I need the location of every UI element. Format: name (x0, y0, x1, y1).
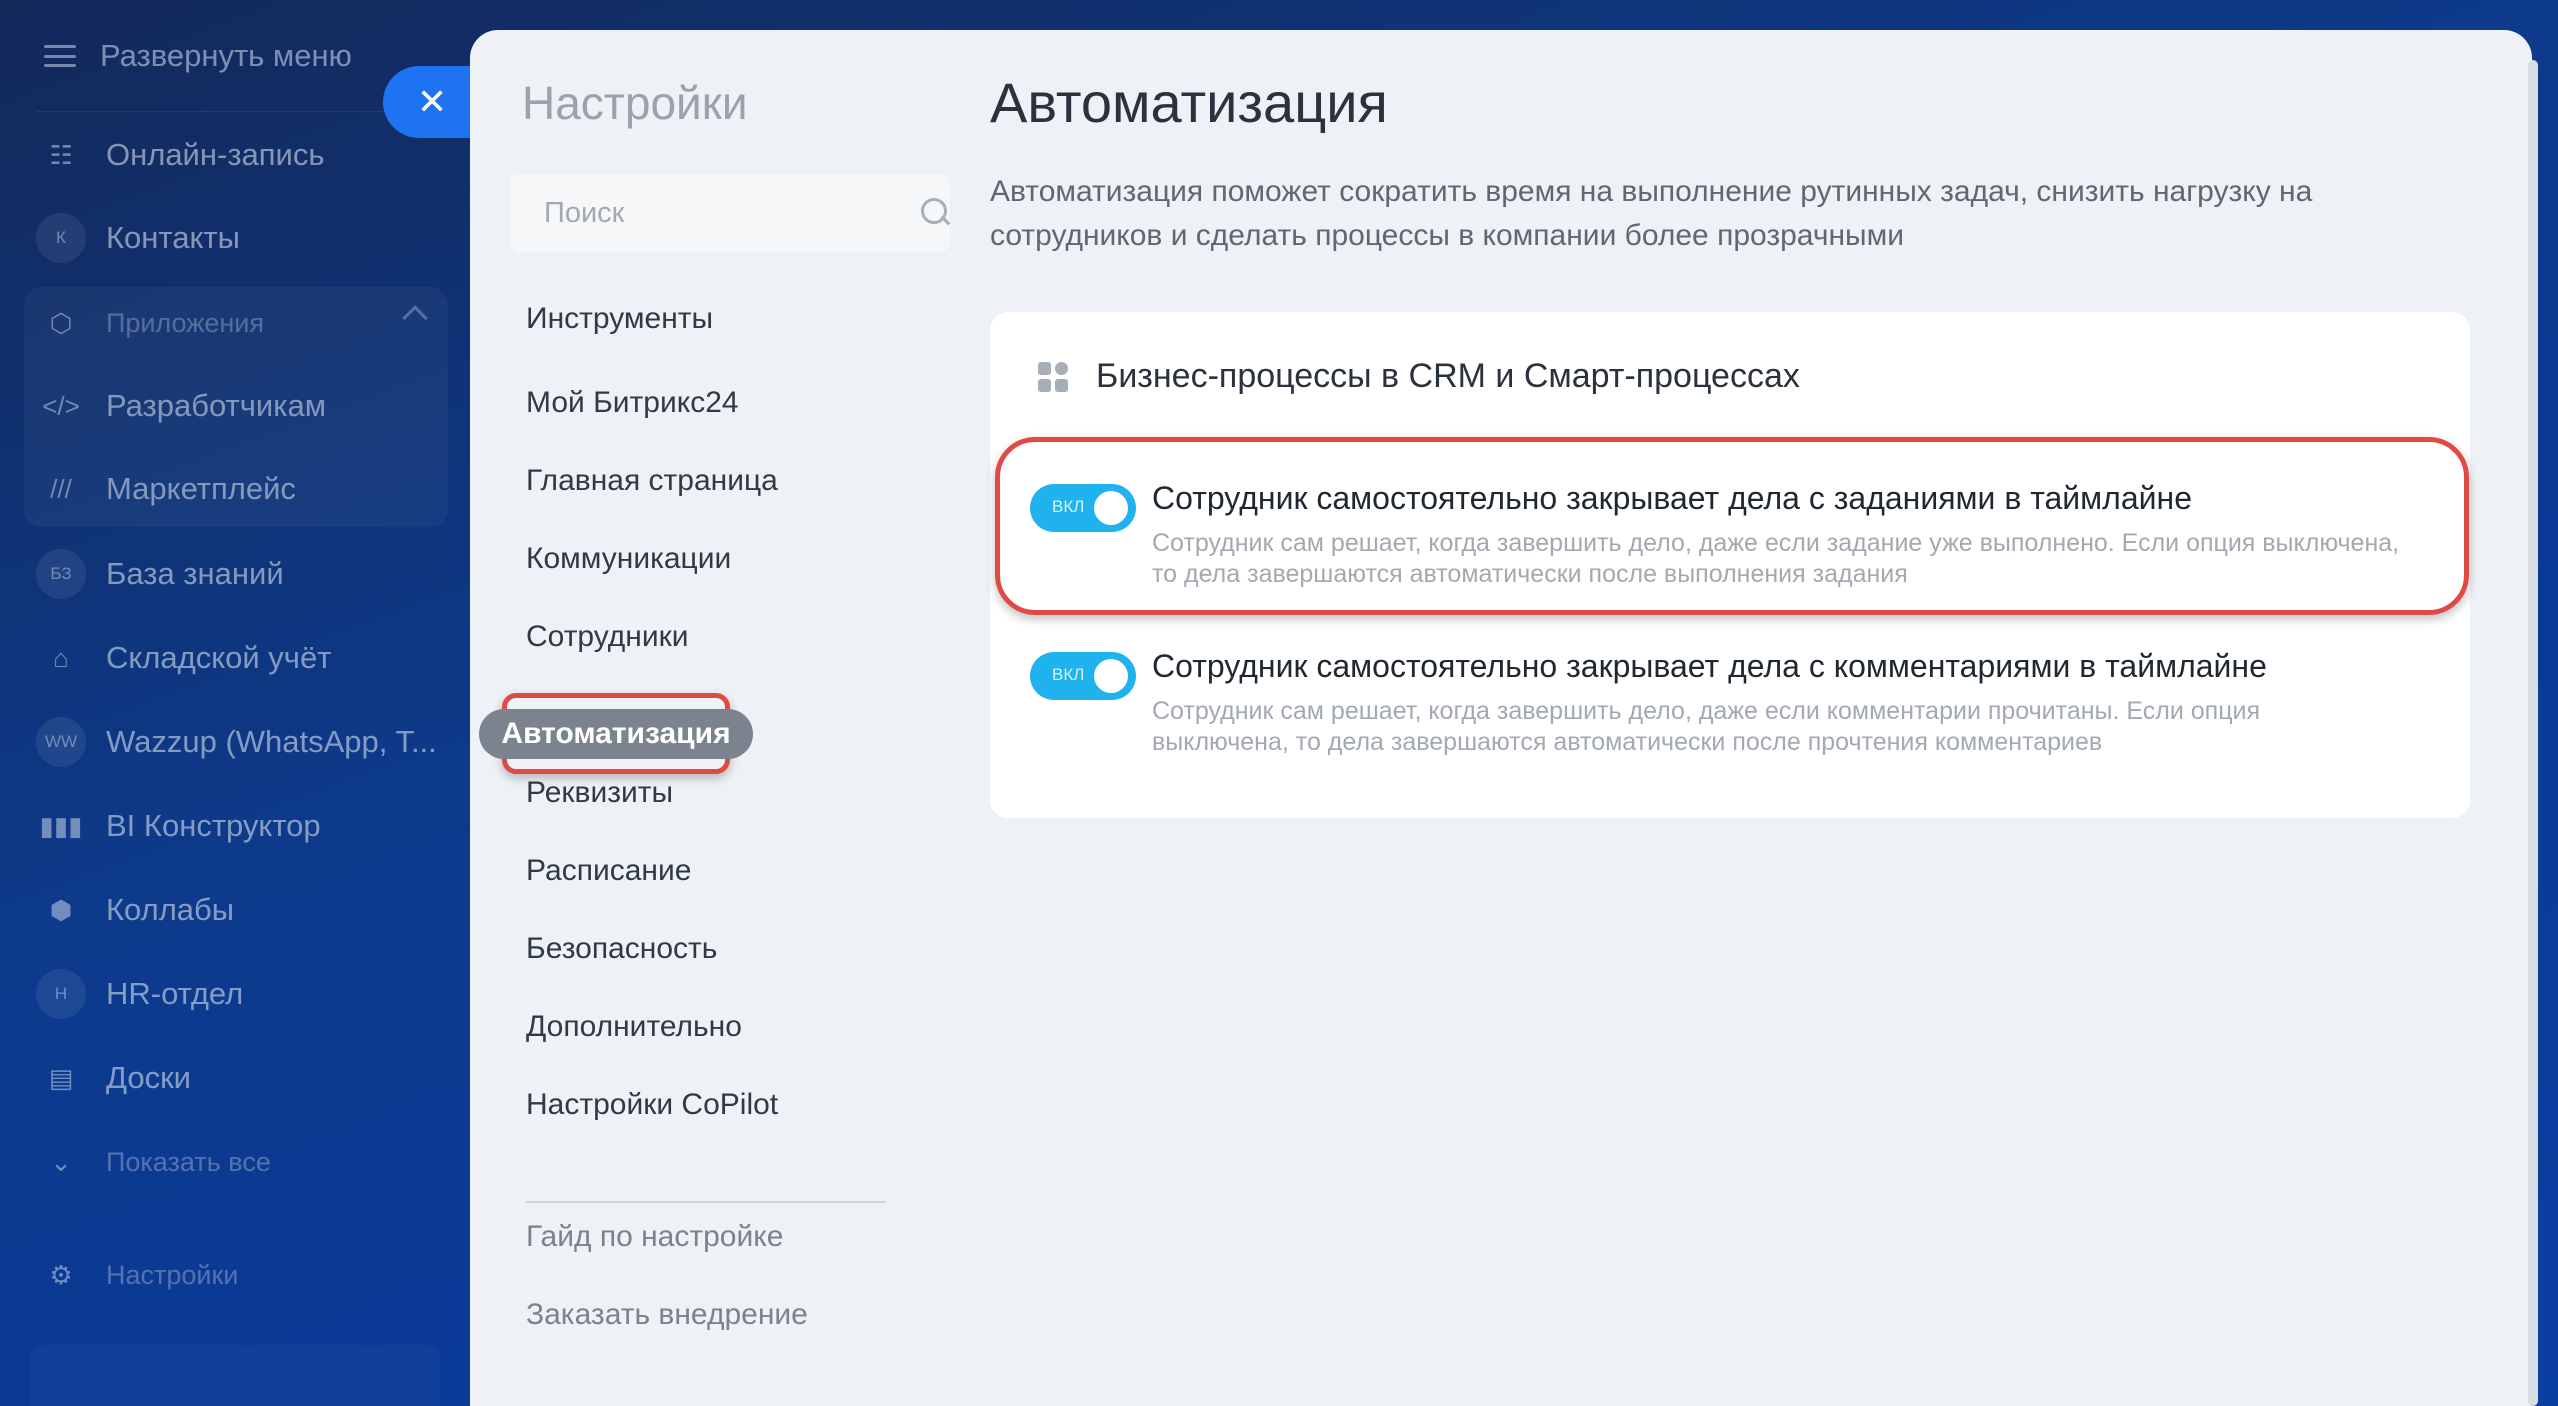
hamburger-icon (44, 45, 76, 67)
sidebar-item-label: Складской учёт (106, 640, 332, 675)
sidebar-item-label: Показать все (106, 1146, 271, 1177)
nav-main-page[interactable]: Главная страница (526, 464, 778, 498)
sidebar-item-label: Разработчикам (106, 388, 327, 423)
knowledge-base-icon: БЗ (36, 549, 86, 599)
collabs-icon: ⬢ (49, 894, 73, 925)
nav-additional[interactable]: Дополнительно (526, 1010, 742, 1044)
nav-communications[interactable]: Коммуникации (526, 542, 731, 576)
panel-title: Настройки (522, 77, 748, 129)
sidebar-item-online-booking[interactable]: ☷ Онлайн-запись (36, 125, 325, 185)
close-icon: ✕ (417, 81, 448, 122)
sidebar-item-bi-builder[interactable]: ▮▮▮ BI Конструктор (36, 796, 321, 856)
marketplace-icon: /// (50, 473, 72, 504)
bi-chart-icon: ▮▮▮ (39, 810, 83, 841)
sidebar-item-collabs[interactable]: ⬢ Коллабы (36, 880, 234, 940)
sidebar-item-marketplace[interactable]: /// Маркетплейс (36, 459, 296, 519)
sidebar-footer (30, 1345, 440, 1406)
page-description: Автоматизация поможет сократить время на… (990, 175, 2313, 252)
nav-my-bitrix24[interactable]: Мой Битрикс24 (526, 386, 739, 420)
sidebar-item-hr[interactable]: H HR-отдел (36, 964, 243, 1024)
nav-automation-highlight: Автоматизация (479, 693, 753, 774)
option-description: Сотрудник сам решает, когда завершить де… (1152, 697, 2261, 756)
card-title: Бизнес-процессы в CRM и Смарт-процессах (1096, 357, 1800, 395)
link-order-implementation[interactable]: Заказать внедрение (526, 1298, 808, 1332)
sidebar-item-label: База знаний (106, 556, 284, 591)
search-input[interactable] (544, 196, 921, 230)
sidebar-item-wazzup[interactable]: WW Wazzup (WhatsApp, T... (36, 712, 437, 772)
sidebar-item-knowledge-base[interactable]: БЗ База знаний (36, 544, 284, 604)
nav-schedule[interactable]: Расписание (526, 854, 691, 888)
sidebar-item-label: HR-отдел (106, 976, 244, 1011)
toggle-label: ВКЛ (1052, 665, 1085, 684)
sidebar-item-label: BI Конструктор (106, 808, 321, 843)
settings-panel: Настройки Инструменты Мой Битрикс24 Глав… (470, 30, 2532, 1406)
grid-icon (1038, 361, 1068, 392)
chevron-down-icon: ⌄ (50, 1146, 72, 1177)
hr-icon: H (36, 969, 86, 1019)
nav-requisites[interactable]: Реквизиты (526, 776, 673, 810)
sidebar-item-settings[interactable]: ⚙ Настройки (36, 1245, 238, 1305)
sidebar-item-warehouse[interactable]: ⌂ Складской учёт (36, 628, 331, 688)
link-setup-guide[interactable]: Гайд по настройке (526, 1220, 783, 1254)
sidebar-item-apps[interactable]: ⬡ Приложения (36, 293, 264, 353)
chevron-up-icon[interactable] (402, 305, 428, 331)
sidebar-item-label: Онлайн-запись (106, 137, 325, 172)
sidebar-divider (36, 111, 436, 112)
toggle-knob (1094, 659, 1128, 693)
sidebar-item-boards[interactable]: ▤ Доски (36, 1048, 191, 1108)
option-title: Сотрудник самостоятельно закрывает дела … (1152, 648, 2267, 684)
nav-security[interactable]: Безопасность (526, 932, 717, 966)
gear-icon: ⚙ (49, 1259, 73, 1290)
sidebar-item-contacts[interactable]: К Контакты (36, 208, 240, 268)
search-box[interactable] (510, 174, 950, 252)
calendar-booking-icon: ☷ (49, 139, 73, 170)
sidebar-item-developers[interactable]: </> Разработчикам (36, 376, 326, 436)
expand-menu-button[interactable]: Развернуть меню (44, 38, 352, 74)
nav-employees[interactable]: Сотрудники (526, 620, 689, 654)
sidebar-item-show-all[interactable]: ⌄ Показать все (36, 1132, 271, 1192)
sidebar-item-label: Доски (106, 1060, 191, 1095)
option-highlight-frame (995, 437, 2469, 615)
expand-menu-label: Развернуть меню (100, 38, 352, 73)
nav-tools[interactable]: Инструменты (526, 302, 713, 336)
sidebar-item-label: Коллабы (106, 892, 235, 927)
nav-copilot-settings[interactable]: Настройки CoPilot (526, 1088, 778, 1122)
left-sidebar: Развернуть меню ☷ Онлайн-запись К Контак… (0, 0, 475, 1406)
apps-cube-icon: ⬡ (49, 307, 73, 338)
toggle-comments-timeline[interactable]: ВКЛ (1030, 652, 1136, 700)
page-title: Автоматизация (990, 71, 1388, 134)
boards-icon: ▤ (48, 1062, 74, 1093)
warehouse-icon: ⌂ (53, 642, 69, 673)
sidebar-item-label: Приложения (106, 307, 264, 338)
panel-scrollbar[interactable] (2528, 60, 2538, 1406)
nav-divider (526, 1201, 886, 1203)
code-icon: </> (42, 390, 80, 421)
sidebar-item-label: Контакты (106, 220, 240, 255)
sidebar-item-label: Wazzup (WhatsApp, T... (106, 724, 437, 759)
sidebar-item-label: Маркетплейс (106, 471, 296, 506)
wazzup-icon: WW (36, 717, 86, 767)
card-header: Бизнес-процессы в CRM и Смарт-процессах (1038, 357, 1800, 396)
sidebar-item-label: Настройки (106, 1259, 239, 1290)
contacts-icon: К (36, 213, 86, 263)
nav-automation[interactable]: Автоматизация (479, 708, 753, 759)
